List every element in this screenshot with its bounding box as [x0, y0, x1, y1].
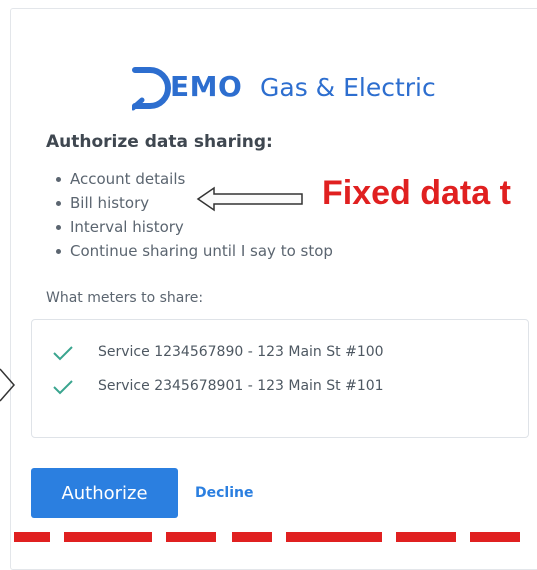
logo-emo-text: EMO [170, 70, 243, 103]
list-item: Interval history [54, 217, 333, 241]
annotation-text: Fixed data t [322, 174, 511, 212]
logo-company-name: Gas & Electric [260, 73, 436, 102]
checkmark-icon[interactable] [52, 344, 74, 362]
authorize-title: Authorize data sharing: [46, 132, 273, 152]
meters-label: What meters to share: [46, 290, 204, 306]
meter-label: Service 1234567890 - 123 Main St #100 [98, 344, 384, 360]
authorize-button[interactable]: Authorize [31, 468, 178, 518]
logo-d-icon [132, 67, 171, 111]
meter-label: Service 2345678901 - 123 Main St #101 [98, 378, 384, 394]
data-sharing-list: Account details Bill history Interval hi… [54, 169, 333, 265]
decline-link[interactable]: Decline [195, 485, 253, 501]
annotation-cutoff-text [14, 532, 520, 542]
right-arrow-icon [0, 368, 15, 402]
checkmark-icon[interactable] [52, 378, 74, 396]
left-arrow-icon [196, 186, 303, 212]
meter-list-box: Service 1234567890 - 123 Main St #100 Se… [31, 319, 529, 438]
list-item: Continue sharing until I say to stop [54, 241, 333, 265]
